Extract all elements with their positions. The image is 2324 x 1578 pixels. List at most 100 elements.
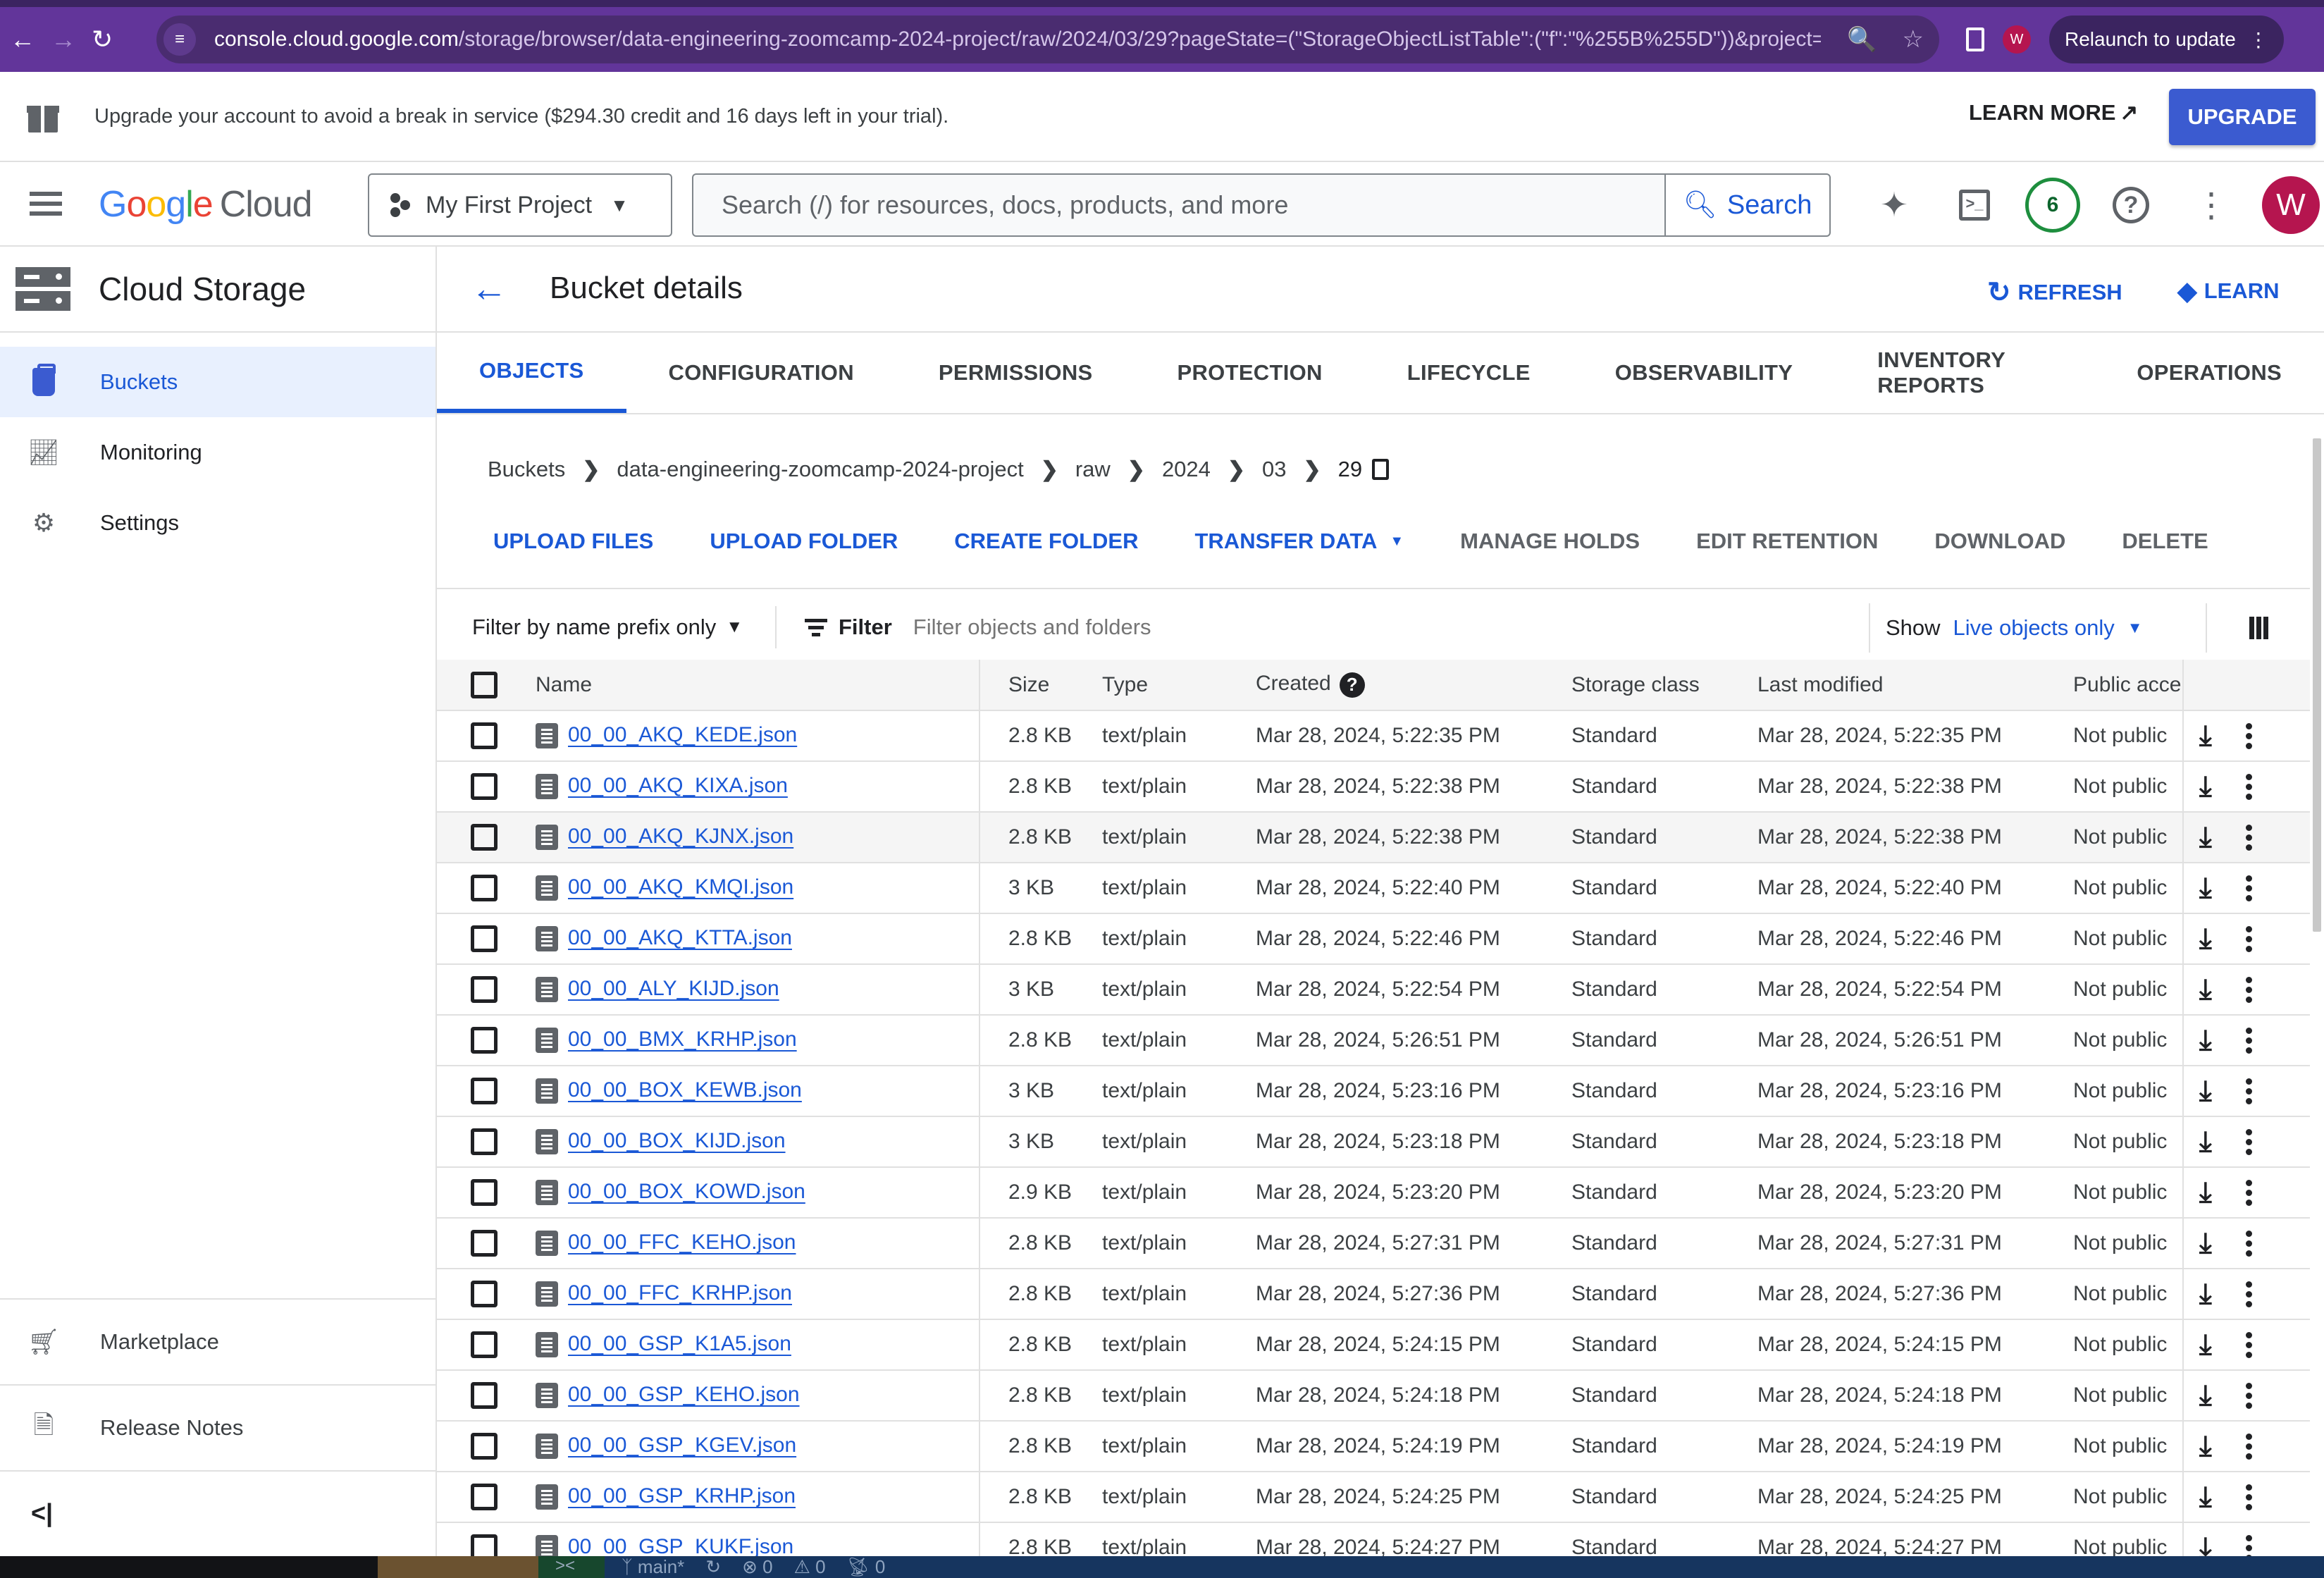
row-checkbox[interactable]: [471, 1027, 497, 1054]
object-name-link[interactable]: 00_00_BMX_KRHP.json: [568, 1028, 797, 1051]
column-display-options-button[interactable]: [2206, 603, 2310, 653]
download-icon[interactable]: ⤓: [2199, 1431, 2212, 1462]
download-icon[interactable]: ⤓: [2199, 873, 2212, 904]
more-actions-icon[interactable]: [2245, 1382, 2252, 1409]
download-icon[interactable]: ⤓: [2199, 1025, 2212, 1056]
row-checkbox[interactable]: [471, 1128, 497, 1155]
download-icon[interactable]: ⤓: [2199, 1380, 2212, 1412]
more-actions-icon[interactable]: [2245, 824, 2252, 851]
download-icon[interactable]: ⤓: [2199, 1126, 2212, 1158]
table-row[interactable]: 00_00_AKQ_KTTA.json 2.8 KB text/plain Mar 2…: [437, 913, 2310, 965]
more-actions-icon[interactable]: [2245, 1128, 2252, 1155]
search-input[interactable]: Search (/) for resources, docs, products…: [692, 173, 1831, 237]
download-icon[interactable]: ⤓: [2199, 974, 2212, 1006]
column-header-type[interactable]: Type: [1102, 660, 1256, 711]
table-row[interactable]: 00_00_GSP_KEHO.json 2.8 KB text/plain Mar 2…: [437, 1370, 2310, 1422]
row-checkbox[interactable]: [471, 1433, 497, 1460]
edit-retention-button[interactable]: EDIT RETENTION: [1696, 529, 1878, 554]
table-row[interactable]: 00_00_FFC_KEHO.json 2.8 KB text/plain Mar 2…: [437, 1218, 2310, 1269]
more-actions-icon[interactable]: [2245, 773, 2252, 800]
browser-menu-icon[interactable]: ⋮: [2249, 28, 2268, 51]
table-row[interactable]: 00_00_AKQ_KIXA.json 2.8 KB text/plain Mar 2…: [437, 761, 2310, 813]
object-name-link[interactable]: 00_00_BOX_KEWB.json: [568, 1078, 802, 1102]
sidebar-item-monitoring[interactable]: 📈︎ Monitoring: [0, 417, 435, 488]
object-name-link[interactable]: 00_00_ALY_KIJD.json: [568, 977, 779, 1000]
object-name-link[interactable]: 00_00_FFC_KEHO.json: [568, 1231, 796, 1254]
filter-objects-input[interactable]: [913, 615, 1843, 640]
row-checkbox[interactable]: [471, 925, 497, 952]
row-checkbox[interactable]: [471, 976, 497, 1003]
manage-holds-button[interactable]: MANAGE HOLDS: [1460, 529, 1640, 554]
taskbar-app[interactable]: [378, 1556, 538, 1578]
browser-reload-icon[interactable]: ↻: [92, 25, 113, 54]
select-all-checkbox[interactable]: [471, 671, 497, 698]
google-cloud-logo[interactable]: Google Cloud: [99, 183, 313, 226]
row-checkbox[interactable]: [471, 773, 497, 800]
remote-indicator[interactable]: ><: [538, 1556, 605, 1578]
upload-folder-button[interactable]: UPLOAD FOLDER: [710, 529, 898, 554]
table-row[interactable]: 00_00_BOX_KIJD.json 3 KB text/plain Mar 28,…: [437, 1116, 2310, 1168]
download-button[interactable]: DOWNLOAD: [1934, 529, 2065, 554]
object-name-link[interactable]: 00_00_BOX_KIJD.json: [568, 1129, 786, 1152]
address-bar-url[interactable]: console.cloud.google.com/storage/browser…: [214, 27, 1821, 51]
help-icon[interactable]: ?: [1339, 672, 1365, 698]
row-checkbox[interactable]: [471, 1078, 497, 1104]
more-actions-icon[interactable]: [2245, 1027, 2252, 1054]
sidebar-item-marketplace[interactable]: 🛒︎ Marketplace: [0, 1298, 435, 1384]
more-options-icon[interactable]: ⋮: [2182, 177, 2241, 233]
search-button[interactable]: 🔍︎ Search: [1664, 175, 1829, 235]
table-row[interactable]: 00_00_BMX_KRHP.json 2.8 KB text/plain Mar 2…: [437, 1015, 2310, 1066]
browser-back-icon[interactable]: ←: [10, 25, 35, 54]
object-name-link[interactable]: 00_00_AKQ_KIXA.json: [568, 774, 788, 797]
more-actions-icon[interactable]: [2245, 1331, 2252, 1358]
delete-button[interactable]: DELETE: [2122, 529, 2208, 554]
download-icon[interactable]: ⤓: [2199, 1075, 2212, 1107]
more-actions-icon[interactable]: [2245, 976, 2252, 1003]
download-icon[interactable]: ⤓: [2199, 1481, 2212, 1513]
object-name-link[interactable]: 00_00_AKQ_KEDE.json: [568, 723, 797, 746]
learn-button[interactable]: ◆ LEARN: [2177, 276, 2279, 306]
show-objects-dropdown[interactable]: Show Live objects only ▼: [1869, 603, 2143, 653]
row-checkbox[interactable]: [471, 1484, 497, 1510]
notifications-badge[interactable]: 6: [2025, 178, 2080, 233]
column-header-size[interactable]: Size: [979, 660, 1102, 711]
row-checkbox[interactable]: [471, 875, 497, 901]
zoom-icon[interactable]: 🔍: [1847, 25, 1877, 54]
table-row[interactable]: 00_00_BOX_KEWB.json 3 KB text/plain Mar 28,…: [437, 1066, 2310, 1117]
browser-profile-avatar[interactable]: W: [2003, 25, 2031, 54]
more-actions-icon[interactable]: [2245, 722, 2252, 749]
collapse-nav-button[interactable]: <|: [0, 1470, 435, 1555]
object-name-link[interactable]: 00_00_AKQ_KTTA.json: [568, 926, 792, 949]
upgrade-button[interactable]: UPGRADE: [2169, 89, 2316, 145]
table-row[interactable]: 00_00_AKQ_KMQI.json 3 KB text/plain Mar 28,…: [437, 863, 2310, 914]
object-name-link[interactable]: 00_00_GSP_KUKF.json: [568, 1535, 793, 1558]
object-name-link[interactable]: 00_00_GSP_K1A5.json: [568, 1332, 791, 1355]
sync-icon[interactable]: ↻: [705, 1556, 721, 1578]
tab-protection[interactable]: PROTECTION: [1135, 333, 1365, 413]
object-name-link[interactable]: 00_00_GSP_KGEV.json: [568, 1434, 796, 1457]
column-header-storage-class[interactable]: Storage class: [1571, 660, 1757, 711]
more-actions-icon[interactable]: [2245, 1484, 2252, 1510]
row-checkbox[interactable]: [471, 824, 497, 851]
column-header-public-access[interactable]: Public acce: [2073, 660, 2183, 711]
breadcrumb-item[interactable]: 2024: [1162, 457, 1211, 482]
download-icon[interactable]: ⤓: [2199, 923, 2212, 955]
table-row[interactable]: 00_00_GSP_K1A5.json 2.8 KB text/plain Mar 2…: [437, 1319, 2310, 1371]
copy-path-icon[interactable]: [1372, 459, 1390, 480]
table-row[interactable]: 00_00_AKQ_KJNX.json 2.8 KB text/plain Mar 2…: [437, 812, 2310, 863]
more-actions-icon[interactable]: [2245, 1433, 2252, 1460]
breadcrumb-item[interactable]: Buckets: [488, 457, 565, 482]
tab-objects[interactable]: OBJECTS: [437, 333, 626, 413]
table-row[interactable]: 00_00_GSP_KGEV.json 2.8 KB text/plain Mar 2…: [437, 1421, 2310, 1472]
table-row[interactable]: 00_00_AKQ_KEDE.json 2.8 KB text/plain Mar 2…: [437, 710, 2310, 762]
learn-more-link[interactable]: LEARN MORE ↗: [1969, 100, 2138, 125]
problems-errors[interactable]: ⊗ 0: [742, 1556, 772, 1578]
object-name-link[interactable]: 00_00_GSP_KEHO.json: [568, 1383, 800, 1406]
tab-observability[interactable]: OBSERVABILITY: [1573, 333, 1836, 413]
relaunch-button[interactable]: Relaunch to update ⋮: [2049, 16, 2284, 63]
tab-configuration[interactable]: CONFIGURATION: [626, 333, 896, 413]
download-icon[interactable]: ⤓: [2199, 1278, 2212, 1310]
sidebar-item-settings[interactable]: ⚙ Settings: [0, 488, 435, 558]
cloud-shell-icon[interactable]: >_: [1945, 177, 2004, 233]
filter-button[interactable]: Filter: [805, 615, 892, 640]
